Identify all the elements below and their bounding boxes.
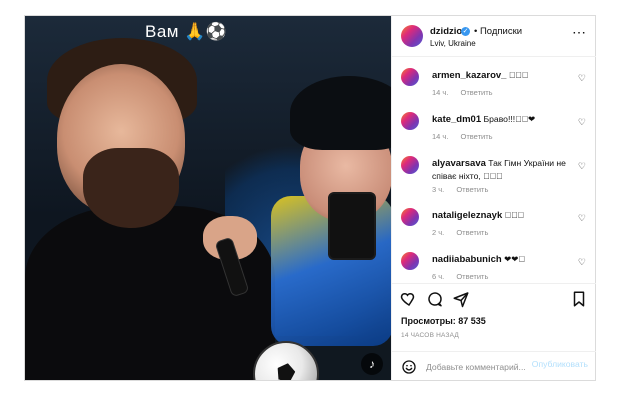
heart-icon[interactable]: ♡ bbox=[578, 257, 586, 268]
comment-time: 14 ч. bbox=[432, 132, 449, 141]
avatar[interactable] bbox=[401, 25, 423, 47]
post-sidebar: dzidzio ✓ • Подписки Lviv, Ukraine ⋯ arm… bbox=[391, 16, 596, 380]
fan-hat bbox=[290, 76, 391, 150]
avatar[interactable] bbox=[401, 68, 419, 86]
heart-icon[interactable]: ♡ bbox=[578, 117, 586, 128]
instagram-post: Вам 🙏⚽ ♪ dzidzio ✓ • Подписки Lviv, Ukra… bbox=[24, 15, 596, 381]
comment-username[interactable]: armen_kazarov_ bbox=[432, 70, 506, 81]
bookmark-icon[interactable] bbox=[570, 290, 588, 308]
comment-text: alyavarsava Так Гімн України не співає н… bbox=[432, 157, 582, 182]
reply-link[interactable]: Ответить bbox=[456, 185, 488, 194]
comment-text: nadiiababunich ❤❤􏿽 bbox=[432, 253, 582, 266]
reply-link[interactable]: Ответить bbox=[461, 132, 493, 141]
comment-meta: 14 ч. Ответить bbox=[432, 88, 493, 97]
list-item: nataligeleznayk 􏿽􏿽􏿽 2 ч. Ответить ♡ bbox=[392, 197, 596, 241]
comment-composer: Опубликовать bbox=[392, 351, 596, 381]
post-header: dzidzio ✓ • Подписки Lviv, Ukraine ⋯ bbox=[392, 16, 596, 56]
views-count[interactable]: Просмотры: 87 535 bbox=[401, 316, 486, 326]
comment-meta: 14 ч. Ответить bbox=[432, 132, 493, 141]
avatar[interactable] bbox=[401, 156, 419, 174]
heart-icon[interactable] bbox=[400, 290, 418, 308]
list-item: armen_kazarov_ 􏿽􏿽􏿽 14 ч. Ответить ♡ bbox=[392, 57, 596, 101]
post-time[interactable]: 14 ЧАСОВ НАЗАД bbox=[401, 332, 459, 339]
comment-meta: 2 ч. Ответить bbox=[432, 228, 488, 237]
paper-plane-icon[interactable] bbox=[452, 290, 470, 308]
comment-username[interactable]: nataligeleznayk bbox=[432, 210, 502, 221]
list-item: alyavarsava Так Гімн України не співає н… bbox=[392, 145, 596, 197]
comment-time: 6 ч. bbox=[432, 272, 445, 281]
following-label[interactable]: • Подписки bbox=[474, 26, 522, 37]
comment-text: nataligeleznayk 􏿽􏿽􏿽 bbox=[432, 209, 582, 222]
comment-body: 􏿽􏿽􏿽 bbox=[504, 210, 524, 220]
comment-input[interactable] bbox=[424, 358, 546, 376]
emoji-icon[interactable] bbox=[401, 359, 417, 375]
comment-username[interactable]: kate_dm01 bbox=[432, 114, 481, 125]
avatar[interactable] bbox=[401, 112, 419, 130]
comment-time: 3 ч. bbox=[432, 185, 445, 194]
comment-text: armen_kazarov_ 􏿽􏿽􏿽 bbox=[432, 69, 582, 82]
list-item: kate_dm01 Браво!!!􏿽􏿽❤ 14 ч. Ответить ♡ bbox=[392, 101, 596, 145]
comment-body: Браво!!!􏿽􏿽❤ bbox=[483, 114, 536, 124]
comment-text: kate_dm01 Браво!!!􏿽􏿽❤ bbox=[432, 113, 582, 126]
comment-body: ❤❤􏿽 bbox=[504, 254, 525, 264]
comment-icon[interactable] bbox=[426, 290, 444, 308]
heart-icon[interactable]: ♡ bbox=[578, 161, 586, 172]
post-username[interactable]: dzidzio bbox=[430, 26, 462, 37]
publish-button[interactable]: Опубликовать bbox=[532, 359, 588, 369]
heart-icon[interactable]: ♡ bbox=[578, 213, 586, 224]
comment-body: 􏿽􏿽􏿽 bbox=[508, 70, 529, 80]
post-video[interactable]: Вам 🙏⚽ ♪ bbox=[25, 16, 391, 380]
avatar[interactable] bbox=[401, 252, 419, 270]
comment-meta: 6 ч. Ответить bbox=[432, 272, 488, 281]
reply-link[interactable]: Ответить bbox=[456, 228, 488, 237]
comment-username[interactable]: nadiiababunich bbox=[432, 254, 502, 265]
list-item: nadiiababunich ❤❤􏿽 6 ч. Ответить ♡ bbox=[392, 241, 596, 283]
comments-list[interactable]: armen_kazarov_ 􏿽􏿽􏿽 14 ч. Ответить ♡ kate… bbox=[392, 56, 596, 284]
comment-username[interactable]: alyavarsava bbox=[432, 158, 486, 169]
volume-icon[interactable]: ♪ bbox=[361, 353, 383, 375]
post-actions bbox=[392, 286, 596, 312]
singer-beard bbox=[83, 148, 179, 228]
fan-phone bbox=[328, 192, 376, 260]
more-options-icon[interactable]: ⋯ bbox=[572, 25, 586, 39]
comment-time: 14 ч. bbox=[432, 88, 449, 97]
comment-meta: 3 ч. Ответить bbox=[432, 185, 488, 194]
verified-badge-icon: ✓ bbox=[461, 27, 470, 36]
reply-link[interactable]: Ответить bbox=[461, 88, 493, 97]
post-location[interactable]: Lviv, Ukraine bbox=[430, 39, 476, 48]
comment-time: 2 ч. bbox=[432, 228, 445, 237]
video-caption: Вам 🙏⚽ bbox=[145, 22, 228, 41]
heart-icon[interactable]: ♡ bbox=[578, 73, 586, 84]
reply-link[interactable]: Ответить bbox=[456, 272, 488, 281]
avatar[interactable] bbox=[401, 208, 419, 226]
